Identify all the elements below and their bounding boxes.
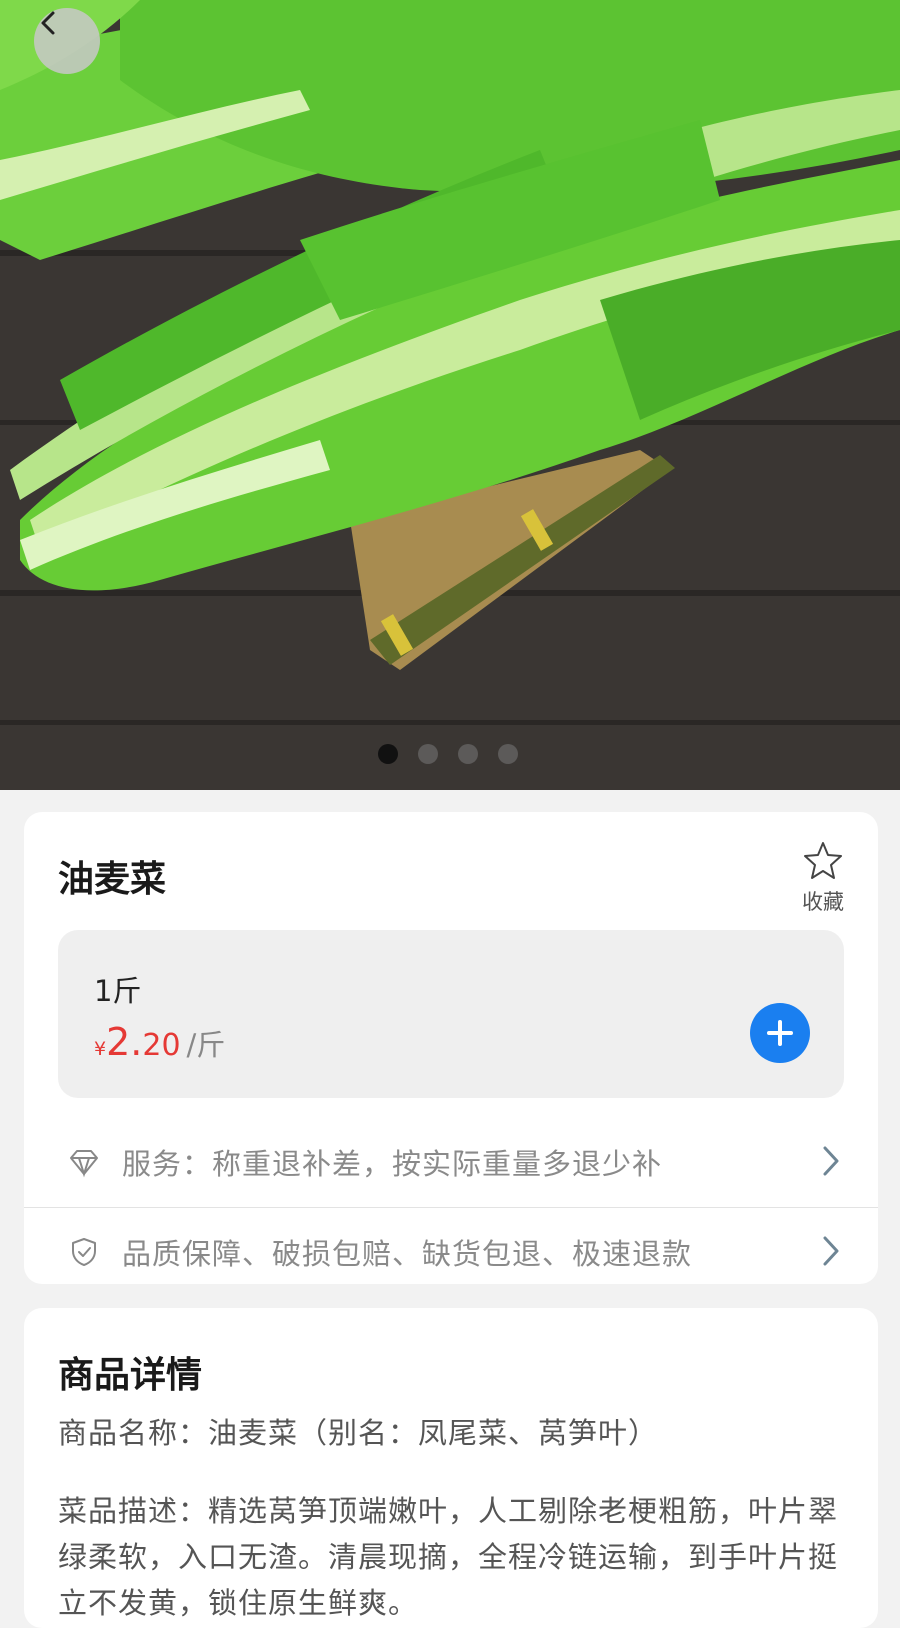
shield-check-icon	[72, 1238, 96, 1266]
sku-price: ¥2.20/斤	[94, 1020, 225, 1064]
product-details-card: 商品详情 商品名称：油麦菜（别名：凤尾菜、莴笋叶） 菜品描述：精选莴笋顶端嫩叶，…	[24, 1308, 878, 1628]
chevron-right-icon	[823, 1146, 839, 1176]
currency-symbol: ¥	[94, 1038, 107, 1060]
service-row[interactable]: 服务：称重退补差，按实际重量多退少补	[24, 1118, 878, 1206]
plus-icon	[767, 1020, 793, 1046]
price-decimal: 20	[142, 1028, 181, 1063]
sku-option[interactable]: 1斤 ¥2.20/斤	[58, 930, 844, 1098]
price-unit: /斤	[186, 1028, 226, 1062]
add-to-cart-button[interactable]	[750, 1003, 810, 1063]
carousel-dot[interactable]	[378, 744, 398, 764]
star-icon	[804, 842, 842, 879]
product-image-carousel[interactable]	[0, 0, 900, 790]
sku-spec: 1斤	[94, 974, 142, 1008]
details-description: 菜品描述：精选莴笋顶端嫩叶，人工剔除老梗粗筋，叶片翠绿柔软，入口无渣。清晨现摘，…	[58, 1494, 839, 1620]
favorite-button[interactable]: 收藏	[798, 840, 848, 916]
details-name-line: 商品名称：油麦菜（别名：凤尾菜、莴笋叶）	[58, 1416, 659, 1450]
carousel-dot[interactable]	[418, 744, 438, 764]
details-title: 商品详情	[58, 1355, 203, 1396]
product-info-card: 油麦菜 收藏 1斤 ¥2.20/斤 服务：称重退补差，按实际重量多退少补 品质保…	[24, 812, 878, 1284]
guarantee-row[interactable]: 品质保障、破损包赔、缺货包退、极速退款	[24, 1207, 878, 1295]
chevron-left-icon	[41, 11, 55, 35]
carousel-dot[interactable]	[498, 744, 518, 764]
chevron-right-icon	[823, 1236, 839, 1266]
back-button[interactable]	[34, 8, 100, 74]
favorite-label: 收藏	[802, 890, 844, 914]
lettuce-photo	[0, 0, 900, 790]
guarantee-text: 品质保障、破损包赔、缺货包退、极速退款	[122, 1236, 693, 1271]
carousel-indicator	[378, 744, 518, 764]
price-integer: 2.	[106, 1020, 143, 1064]
diamond-icon	[70, 1150, 98, 1178]
carousel-dot[interactable]	[458, 744, 478, 764]
product-title: 油麦菜	[58, 859, 167, 900]
service-text: 服务：称重退补差，按实际重量多退少补	[122, 1147, 663, 1181]
